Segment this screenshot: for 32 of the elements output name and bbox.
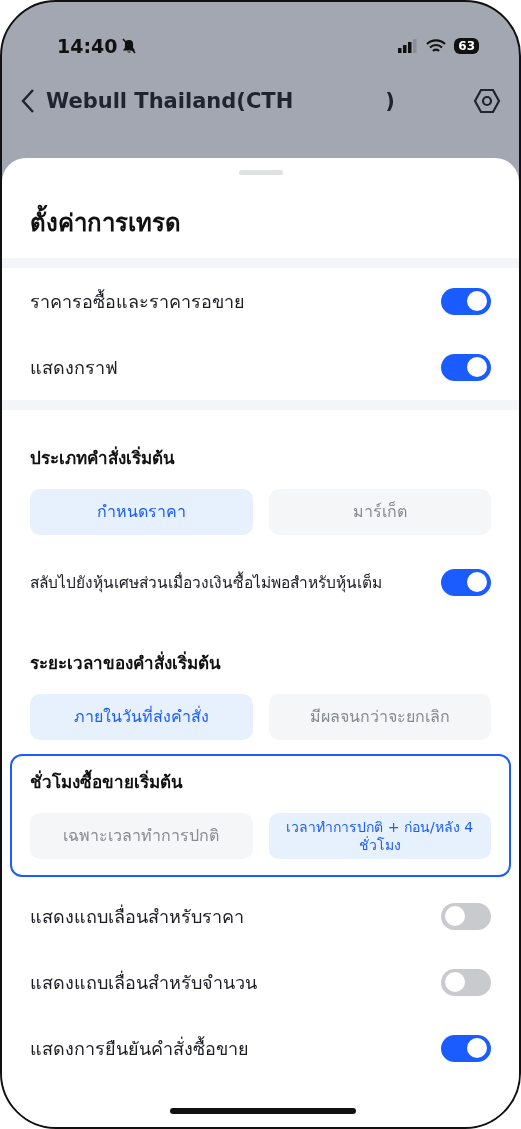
setting-label: แสดงกราฟ xyxy=(30,355,119,380)
page-title: Webull Thailand(CTH xyxy=(46,89,294,113)
settings-icon[interactable] xyxy=(473,87,501,115)
toggle-switch[interactable] xyxy=(441,287,491,315)
option-button[interactable]: มาร์เก็ต xyxy=(268,489,491,535)
section-heading: ประเภทคำสั่งเริ่มต้น xyxy=(30,445,176,470)
battery-level: 63 xyxy=(454,38,479,54)
option-button[interactable]: เวลาทำการปกติ + ก่อน/หลัง 4 ชั่วโมง xyxy=(268,813,491,859)
option-button[interactable]: เฉพาะเวลาทำการปกติ xyxy=(30,813,253,859)
toggle-switch[interactable] xyxy=(441,1034,491,1062)
setting-label: ราคารอซื้อและราคารอขาย xyxy=(30,288,246,314)
setting-label: สลับไปยังหุ้นเศษส่วนเมื่อวงเงินซื้อไม่พอสำหรับหุ้นเต็ม xyxy=(30,570,383,595)
option-button[interactable]: กำหนดราคา xyxy=(30,489,253,535)
sheet-title: ตั้งค่าการเทรด xyxy=(30,203,491,242)
toggle-switch[interactable] xyxy=(441,353,491,381)
muted-bell-icon xyxy=(121,37,138,55)
drag-handle[interactable] xyxy=(238,170,283,175)
section-heading: ระยะเวลาของคำสั่งเริ่มต้น xyxy=(30,650,222,675)
section-heading: ชั่วโมงซื้อขายเริ่มต้น xyxy=(30,764,491,813)
setting-label: แสดงการยืนยันคำสั่งซื้อขาย xyxy=(30,1035,250,1061)
toggle-switch[interactable] xyxy=(441,568,491,596)
toggle-switch[interactable] xyxy=(441,968,491,996)
signal-icon xyxy=(398,39,419,53)
page-title: ) xyxy=(385,89,395,113)
status-time: 14:40 xyxy=(57,35,118,57)
setting-label: แสดงแถบเลื่อนสำหรับจำนวน xyxy=(30,969,258,995)
toggle-switch[interactable] xyxy=(441,902,491,930)
option-button[interactable]: ภายในวันที่ส่งคำสั่ง xyxy=(30,694,253,740)
setting-label: แสดงแถบเลื่อนสำหรับราคา xyxy=(30,903,245,929)
back-icon[interactable] xyxy=(20,88,36,114)
option-button[interactable]: มีผลจนกว่าจะยกเลิก xyxy=(268,694,491,740)
wifi-icon xyxy=(426,38,447,54)
